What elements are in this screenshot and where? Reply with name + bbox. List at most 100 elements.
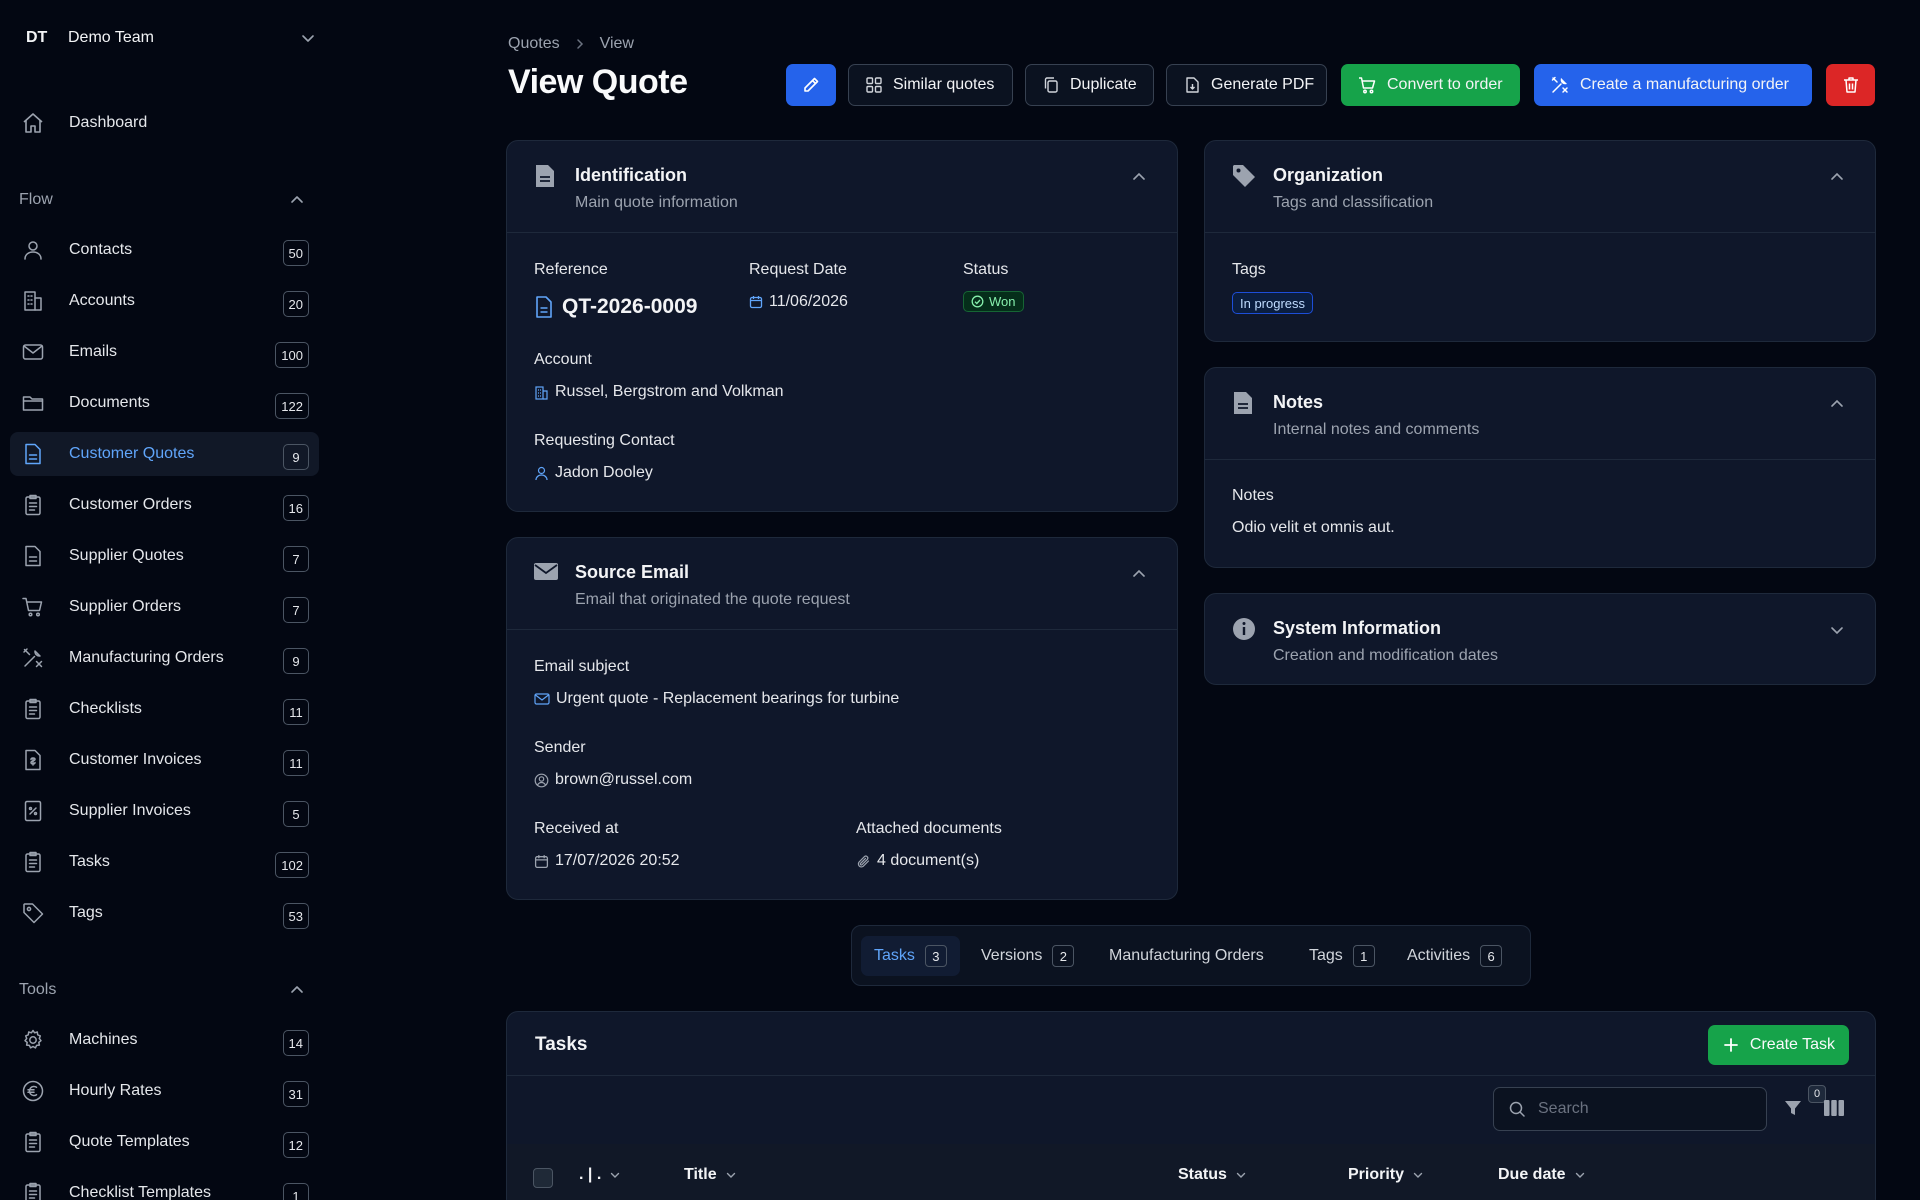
duplicate-button[interactable]: Duplicate bbox=[1025, 64, 1154, 106]
plus-icon bbox=[1722, 1036, 1740, 1054]
breadcrumb-current: View bbox=[599, 35, 634, 52]
sidebar-item-label: Checklists bbox=[69, 700, 142, 717]
status-text: Won bbox=[989, 294, 1016, 309]
tab-activities[interactable]: Activities 6 bbox=[1394, 936, 1515, 976]
calendar-icon bbox=[749, 295, 763, 309]
file-icon bbox=[534, 295, 554, 319]
requesting-contact-value[interactable]: Jadon Dooley bbox=[534, 464, 653, 482]
source-email-subtitle: Email that originated the quote request bbox=[575, 591, 850, 608]
select-all-checkbox[interactable] bbox=[533, 1168, 553, 1188]
create-task-label: Create Task bbox=[1749, 1036, 1835, 1053]
received-at-label: Received at bbox=[534, 820, 619, 837]
requesting-contact-label: Requesting Contact bbox=[534, 432, 675, 449]
file-download-icon bbox=[1183, 76, 1201, 94]
identification-title: Identification bbox=[575, 165, 687, 185]
search-field[interactable] bbox=[1493, 1087, 1767, 1131]
similar-quotes-button[interactable]: Similar quotes bbox=[848, 64, 1013, 106]
column-label: . | . bbox=[579, 1166, 602, 1183]
count-badge: 50 bbox=[282, 240, 309, 266]
tasks-panel: Tasks Create Task 0 . | . Title Status bbox=[506, 1011, 1876, 1200]
sidebar-item-dashboard[interactable]: Dashboard bbox=[10, 101, 319, 145]
chevron-down-icon bbox=[300, 30, 316, 46]
filter-icon[interactable] bbox=[1783, 1098, 1803, 1118]
received-at-value: 17/07/2026 20:52 bbox=[534, 852, 680, 870]
tab-tasks[interactable]: Tasks 3 bbox=[861, 936, 960, 976]
sidebar-item-tags[interactable]: Tags 53 bbox=[10, 891, 319, 935]
page-title: View Quote bbox=[508, 63, 688, 101]
chevron-up-icon bbox=[1829, 169, 1845, 185]
tab-manufacturing-orders[interactable]: Manufacturing Orders bbox=[1096, 936, 1277, 976]
count-badge: 14 bbox=[282, 1030, 309, 1056]
user-circle-icon bbox=[534, 773, 549, 788]
sidebar-item-manufacturing-orders[interactable]: Manufacturing Orders 9 bbox=[10, 636, 319, 680]
create-task-button[interactable]: Create Task bbox=[1707, 1025, 1849, 1065]
envelope-icon bbox=[533, 560, 559, 582]
sidebar-item-emails[interactable]: Emails 100 bbox=[10, 330, 319, 374]
tab-count: 1 bbox=[1352, 945, 1375, 967]
received-at-text: 17/07/2026 20:52 bbox=[555, 852, 680, 869]
team-initials: DT bbox=[26, 29, 48, 46]
organization-header[interactable]: Organization Tags and classification bbox=[1205, 141, 1875, 233]
edit-button[interactable] bbox=[786, 64, 836, 106]
tools-group-toggle[interactable]: Tools bbox=[19, 979, 319, 1001]
count-badge: 1 bbox=[283, 1183, 309, 1200]
sidebar-item-machines[interactable]: Machines 14 bbox=[10, 1018, 319, 1062]
sidebar-item-customer-orders[interactable]: Customer Orders 16 bbox=[10, 483, 319, 527]
create-manufacturing-order-button[interactable]: Create a manufacturing order bbox=[1534, 64, 1812, 106]
sidebar-item-checklists[interactable]: Checklists 11 bbox=[10, 687, 319, 731]
file-icon bbox=[20, 441, 46, 467]
sidebar-item-contacts[interactable]: Contacts 50 bbox=[10, 228, 319, 272]
sidebar-item-label: Supplier Quotes bbox=[69, 547, 184, 564]
sidebar-item-label: Customer Orders bbox=[69, 496, 192, 513]
clipboard-icon bbox=[20, 492, 46, 518]
sidebar-item-customer-invoices[interactable]: Customer Invoices 11 bbox=[10, 738, 319, 782]
flow-group-title: Flow bbox=[19, 191, 53, 208]
sidebar-item-label: Tags bbox=[69, 904, 103, 921]
convert-to-order-button[interactable]: Convert to order bbox=[1341, 64, 1520, 106]
sidebar-item-supplier-invoices[interactable]: Supplier Invoices 5 bbox=[10, 789, 319, 833]
account-value[interactable]: Russel, Bergstrom and Volkman bbox=[534, 383, 784, 401]
sidebar-item-tasks[interactable]: Tasks 102 bbox=[10, 840, 319, 884]
sidebar-item-accounts[interactable]: Accounts 20 bbox=[10, 279, 319, 323]
column-due-date[interactable]: Due date bbox=[1498, 1166, 1586, 1184]
attached-documents-value[interactable]: 4 document(s) bbox=[856, 852, 979, 870]
building-icon bbox=[20, 288, 46, 314]
team-switcher[interactable]: DT Demo Team bbox=[26, 26, 326, 50]
tag-badge-in-progress[interactable]: In progress bbox=[1232, 292, 1314, 314]
column-status-indicator[interactable]: . | . bbox=[579, 1166, 621, 1184]
source-email-title: Source Email bbox=[575, 562, 690, 582]
notes-header[interactable]: Notes Internal notes and comments bbox=[1205, 368, 1875, 460]
columns-icon[interactable] bbox=[1823, 1099, 1845, 1117]
tab-label: Activities bbox=[1407, 947, 1471, 964]
email-subject-value[interactable]: Urgent quote - Replacement bearings for … bbox=[534, 690, 899, 708]
identification-header[interactable]: Identification Main quote information bbox=[507, 141, 1177, 233]
sidebar-item-supplier-quotes[interactable]: Supplier Quotes 7 bbox=[10, 534, 319, 578]
identification-subtitle: Main quote information bbox=[575, 194, 738, 211]
delete-button[interactable] bbox=[1826, 64, 1875, 106]
tab-versions[interactable]: Versions 2 bbox=[968, 936, 1087, 976]
account-text: Russel, Bergstrom and Volkman bbox=[555, 383, 784, 400]
tab-tags[interactable]: Tags 1 bbox=[1296, 936, 1388, 976]
column-priority[interactable]: Priority bbox=[1348, 1166, 1424, 1184]
sidebar-item-customer-quotes[interactable]: Customer Quotes 9 bbox=[10, 432, 319, 476]
sidebar-item-quote-templates[interactable]: Quote Templates 12 bbox=[10, 1120, 319, 1164]
sidebar-item-documents[interactable]: Documents 122 bbox=[10, 381, 319, 425]
flow-group-toggle[interactable]: Flow bbox=[19, 189, 319, 211]
calendar-icon bbox=[534, 854, 549, 869]
column-title[interactable]: Title bbox=[684, 1166, 737, 1184]
sidebar-item-hourly-rates[interactable]: Hourly Rates 31 bbox=[10, 1069, 319, 1113]
generate-pdf-button[interactable]: Generate PDF bbox=[1166, 64, 1327, 106]
breadcrumb: Quotes View bbox=[508, 34, 634, 54]
divider bbox=[507, 1075, 1875, 1076]
sidebar-item-checklist-templates[interactable]: Checklist Templates 1 bbox=[10, 1171, 319, 1200]
breadcrumb-quotes-link[interactable]: Quotes bbox=[508, 35, 560, 53]
clipboard-icon bbox=[20, 1180, 46, 1200]
system-information-header[interactable]: System Information Creation and modifica… bbox=[1205, 594, 1875, 686]
attached-documents-label: Attached documents bbox=[856, 820, 1002, 837]
sidebar-item-supplier-orders[interactable]: Supplier Orders 7 bbox=[10, 585, 319, 629]
sidebar-item-label: Manufacturing Orders bbox=[69, 649, 224, 666]
identification-card: Identification Main quote information Re… bbox=[506, 140, 1178, 512]
column-status[interactable]: Status bbox=[1178, 1166, 1247, 1184]
search-input[interactable] bbox=[1538, 1100, 1738, 1118]
source-email-header[interactable]: Source Email Email that originated the q… bbox=[507, 538, 1177, 630]
